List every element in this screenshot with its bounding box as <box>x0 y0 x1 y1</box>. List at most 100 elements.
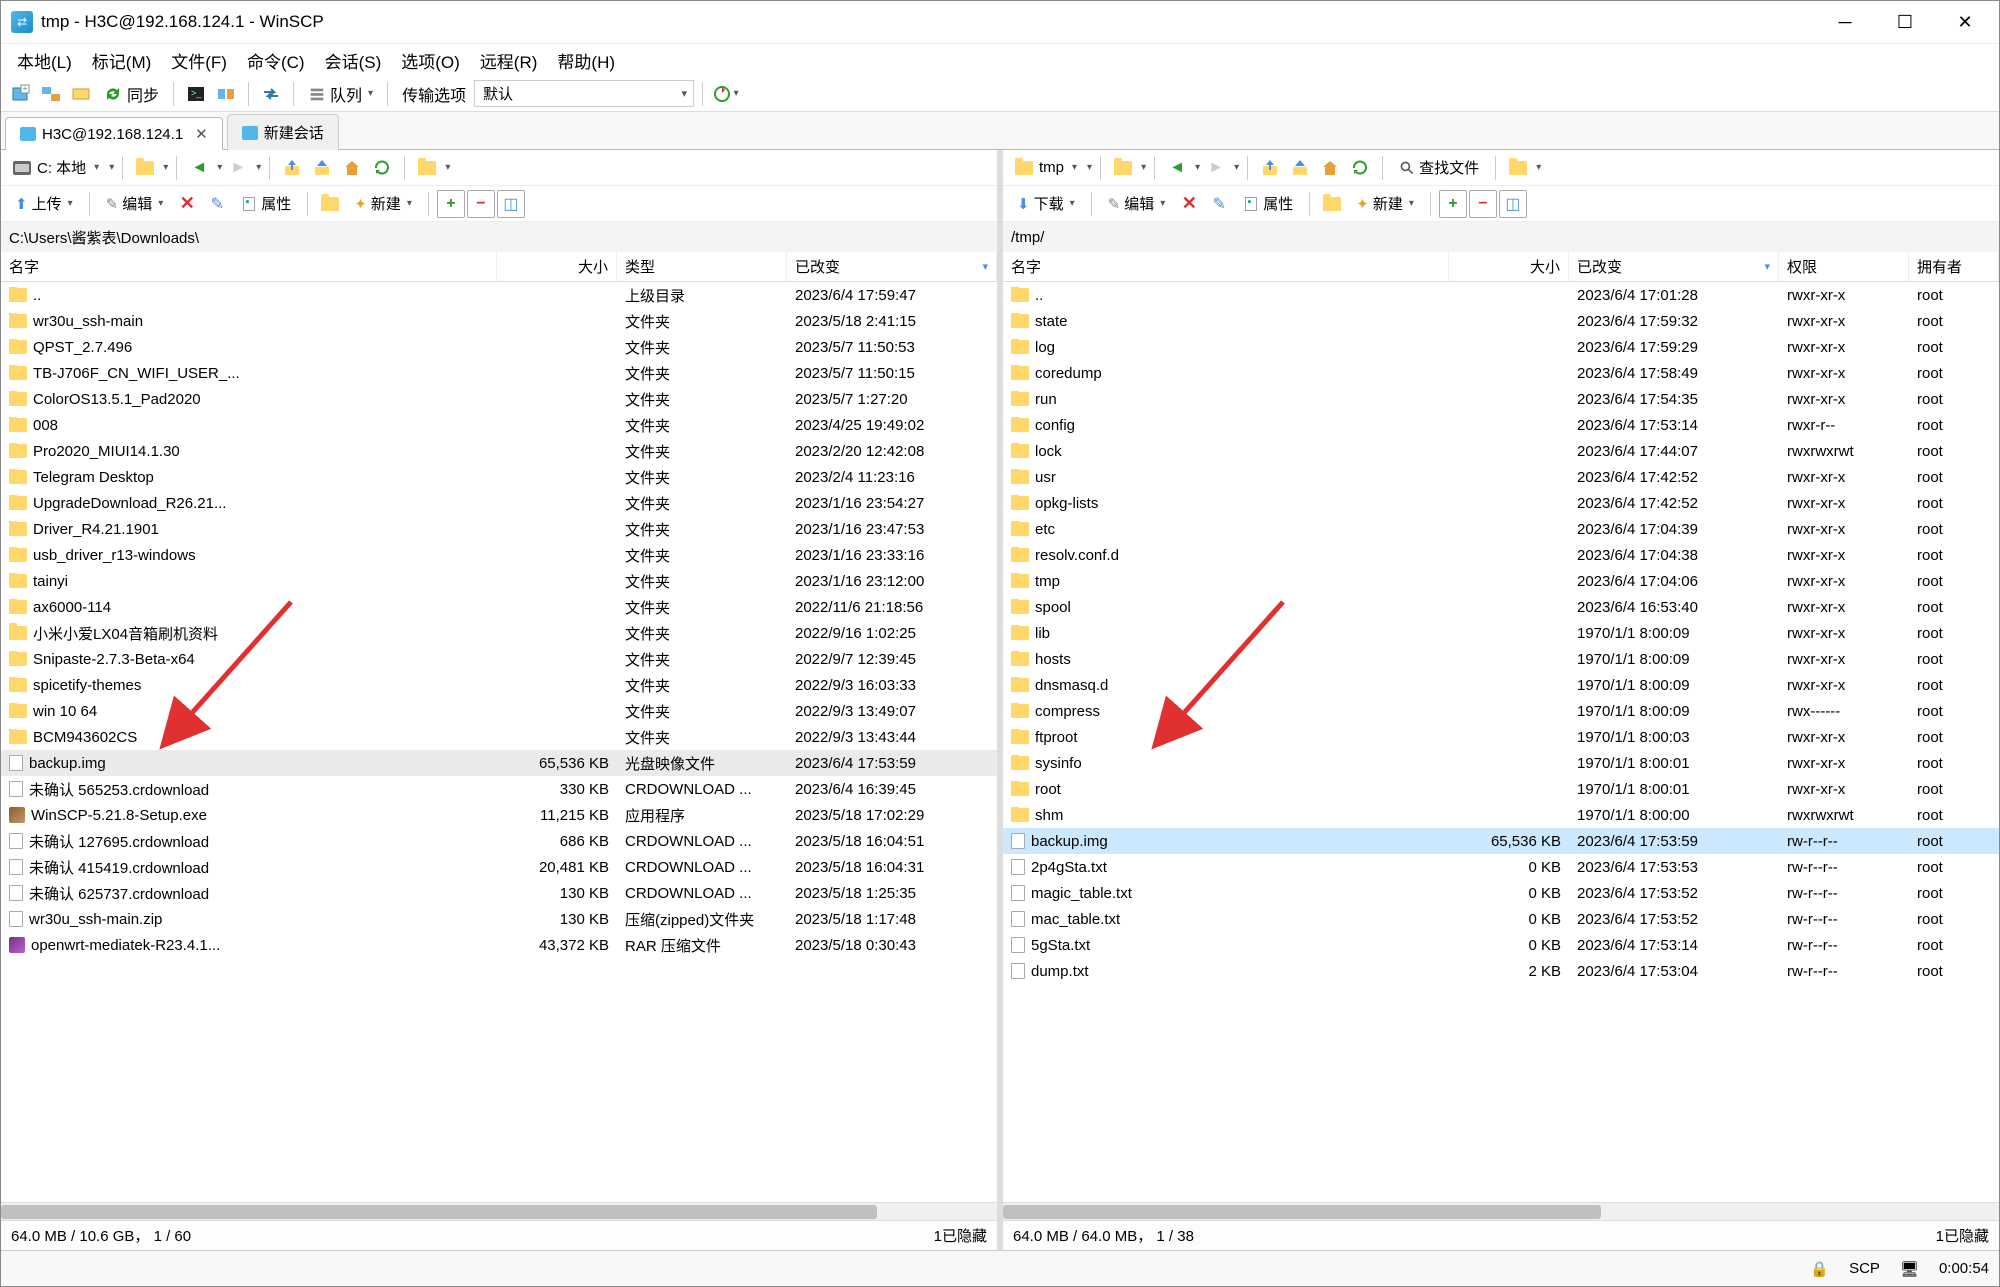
edit-button[interactable]: ✎编辑▾ <box>1100 190 1174 217</box>
file-row[interactable]: 008文件夹2023/4/25 19:49:02 <box>1 412 997 438</box>
bookmark-icon[interactable] <box>413 154 441 182</box>
delete-icon[interactable]: ✕ <box>173 190 201 218</box>
rename-icon[interactable]: ✎ <box>203 190 231 218</box>
file-row[interactable]: Telegram Desktop文件夹2023/2/4 11:23:16 <box>1 464 997 490</box>
file-row[interactable]: config2023/6/4 17:53:14rwxr-r--root <box>1003 412 1999 438</box>
col-name[interactable]: 名字 <box>1003 252 1449 281</box>
file-row[interactable]: opkg-lists2023/6/4 17:42:52rwxr-xr-xroot <box>1003 490 1999 516</box>
file-row[interactable]: wr30u_ssh-main文件夹2023/5/18 2:41:15 <box>1 308 997 334</box>
menu-item[interactable]: 本地(L) <box>9 44 80 77</box>
tab-close-icon[interactable]: ✕ <box>195 125 208 143</box>
properties-button[interactable]: 属性 <box>1235 190 1301 217</box>
parent-dir-icon[interactable] <box>1256 154 1284 182</box>
remote-dir-selector[interactable]: tmp▾ <box>1009 157 1083 178</box>
file-row[interactable]: win 10 64文件夹2022/9/3 13:49:07 <box>1 698 997 724</box>
file-row[interactable]: state2023/6/4 17:59:32rwxr-xr-xroot <box>1003 308 1999 334</box>
file-row[interactable]: mac_table.txt0 KB2023/6/4 17:53:52rw-r--… <box>1003 906 1999 932</box>
menu-item[interactable]: 标记(M) <box>84 44 159 77</box>
file-row[interactable]: 未确认 415419.crdownload20,481 KBCRDOWNLOAD… <box>1 854 997 880</box>
file-row[interactable]: backup.img65,536 KB光盘映像文件2023/6/4 17:53:… <box>1 750 997 776</box>
col-date[interactable]: 已改变▾ <box>787 252 997 281</box>
menu-item[interactable]: 命令(C) <box>239 44 313 77</box>
plus-icon[interactable]: + <box>1439 190 1467 218</box>
file-row[interactable]: 5gSta.txt0 KB2023/6/4 17:53:14rw-r--r--r… <box>1003 932 1999 958</box>
file-row[interactable]: run2023/6/4 17:54:35rwxr-xr-xroot <box>1003 386 1999 412</box>
bookmark-icon[interactable] <box>1504 154 1532 182</box>
new-button[interactable]: ✦新建▾ <box>1348 190 1422 217</box>
delete-icon[interactable]: ✕ <box>1175 190 1203 218</box>
close-button[interactable]: ✕ <box>1935 1 1995 43</box>
file-row[interactable]: coredump2023/6/4 17:58:49rwxr-xr-xroot <box>1003 360 1999 386</box>
root-dir-icon[interactable] <box>308 154 336 182</box>
local-hscroll[interactable] <box>1 1202 997 1220</box>
file-row[interactable]: tainyi文件夹2023/1/16 23:12:00 <box>1 568 997 594</box>
file-row[interactable]: wr30u_ssh-main.zip130 KB压缩(zipped)文件夹202… <box>1 906 997 932</box>
sync-browse-icon[interactable] <box>67 80 95 108</box>
file-row[interactable]: shm1970/1/1 8:00:00rwxrwxrwtroot <box>1003 802 1999 828</box>
menu-item[interactable]: 选项(O) <box>393 44 468 77</box>
file-row[interactable]: 小米小爱LX04音箱刷机资料文件夹2022/9/16 1:02:25 <box>1 620 997 646</box>
col-type[interactable]: 类型 <box>617 252 787 281</box>
console-icon[interactable]: >_ <box>182 80 210 108</box>
properties-button[interactable]: 属性 <box>233 190 299 217</box>
rename-icon[interactable]: ✎ <box>1205 190 1233 218</box>
root-dir-icon[interactable] <box>1286 154 1314 182</box>
refresh-icon[interactable] <box>368 154 396 182</box>
file-row[interactable]: hosts1970/1/1 8:00:09rwxr-xr-xroot <box>1003 646 1999 672</box>
col-name[interactable]: 名字 <box>1 252 497 281</box>
sessions-icon[interactable] <box>37 80 65 108</box>
file-row[interactable]: ftproot1970/1/1 8:00:03rwxr-xr-xroot <box>1003 724 1999 750</box>
session-tab[interactable]: 新建会话 <box>227 114 339 150</box>
local-drive-selector[interactable]: C: 本地▾ <box>7 155 105 180</box>
file-row[interactable]: 未确认 625737.crdownload130 KBCRDOWNLOAD ..… <box>1 880 997 906</box>
file-row[interactable]: Pro2020_MIUI14.1.30文件夹2023/2/20 12:42:08 <box>1 438 997 464</box>
minimize-button[interactable]: ─ <box>1815 1 1875 43</box>
transfer-preset-dropdown[interactable]: 默认 <box>474 80 694 107</box>
file-row[interactable]: resolv.conf.d2023/6/4 17:04:38rwxr-xr-xr… <box>1003 542 1999 568</box>
file-row[interactable]: spicetify-themes文件夹2022/9/3 16:03:33 <box>1 672 997 698</box>
new-button[interactable]: ✦新建▾ <box>346 190 420 217</box>
file-row[interactable]: Snipaste-2.7.3-Beta-x64文件夹2022/9/7 12:39… <box>1 646 997 672</box>
file-row[interactable]: 2p4gSta.txt0 KB2023/6/4 17:53:53rw-r--r-… <box>1003 854 1999 880</box>
file-row[interactable]: dump.txt2 KB2023/6/4 17:53:04rw-r--r--ro… <box>1003 958 1999 984</box>
col-size[interactable]: 大小 <box>1449 252 1569 281</box>
file-row[interactable]: log2023/6/4 17:59:29rwxr-xr-xroot <box>1003 334 1999 360</box>
back-icon[interactable]: ◄ <box>185 154 213 182</box>
file-row[interactable]: lock2023/6/4 17:44:07rwxrwxrwtroot <box>1003 438 1999 464</box>
queue-button[interactable]: 队列▾ <box>302 82 379 106</box>
forward-icon[interactable]: ► <box>1202 154 1230 182</box>
file-row[interactable]: sysinfo1970/1/1 8:00:01rwxr-xr-xroot <box>1003 750 1999 776</box>
file-row[interactable]: tmp2023/6/4 17:04:06rwxr-xr-xroot <box>1003 568 1999 594</box>
file-row[interactable]: openwrt-mediatek-R23.4.1...43,372 KBRAR … <box>1 932 997 958</box>
file-row[interactable]: ..上级目录2023/6/4 17:59:47 <box>1 282 997 308</box>
file-row[interactable]: ..2023/6/4 17:01:28rwxr-xr-xroot <box>1003 282 1999 308</box>
remote-hscroll[interactable] <box>1003 1202 1999 1220</box>
col-size[interactable]: 大小 <box>497 252 617 281</box>
file-row[interactable]: QPST_2.7.496文件夹2023/5/7 11:50:53 <box>1 334 997 360</box>
file-row[interactable]: etc2023/6/4 17:04:39rwxr-xr-xroot <box>1003 516 1999 542</box>
file-row[interactable]: compress1970/1/1 8:00:09rwx------root <box>1003 698 1999 724</box>
file-row[interactable]: magic_table.txt0 KB2023/6/4 17:53:52rw-r… <box>1003 880 1999 906</box>
open-folder-icon[interactable] <box>131 154 159 182</box>
file-row[interactable]: BCM943602CS文件夹2022/9/3 13:43:44 <box>1 724 997 750</box>
menu-item[interactable]: 会话(S) <box>317 44 390 77</box>
minus-icon[interactable]: − <box>1469 190 1497 218</box>
col-date[interactable]: 已改变▾ <box>1569 252 1779 281</box>
local-file-list[interactable]: ..上级目录2023/6/4 17:59:47wr30u_ssh-main文件夹… <box>1 282 997 1202</box>
file-row[interactable]: ColorOS13.5.1_Pad2020文件夹2023/5/7 1:27:20 <box>1 386 997 412</box>
parent-dir-icon[interactable] <box>278 154 306 182</box>
select-all-icon[interactable]: ◫ <box>1499 190 1527 218</box>
file-row[interactable]: 未确认 565253.crdownload330 KBCRDOWNLOAD ..… <box>1 776 997 802</box>
menu-item[interactable]: 帮助(H) <box>549 44 623 77</box>
file-row[interactable]: spool2023/6/4 16:53:40rwxr-xr-xroot <box>1003 594 1999 620</box>
session-tab[interactable]: H3C@192.168.124.1✕ <box>5 117 223 150</box>
new-folder-icon[interactable] <box>1318 190 1346 218</box>
file-row[interactable]: ax6000-114文件夹2022/11/6 21:18:56 <box>1 594 997 620</box>
file-row[interactable]: dnsmasq.d1970/1/1 8:00:09rwxr-xr-xroot <box>1003 672 1999 698</box>
edit-button[interactable]: ✎编辑▾ <box>98 190 172 217</box>
upload-button[interactable]: ⬆上传▾ <box>7 190 81 217</box>
local-path[interactable]: C:\Users\酱紫表\Downloads\ <box>1 222 997 252</box>
reconnect-icon[interactable]: ▾ <box>711 80 739 108</box>
back-icon[interactable]: ◄ <box>1163 154 1191 182</box>
open-folder-icon[interactable] <box>1109 154 1137 182</box>
